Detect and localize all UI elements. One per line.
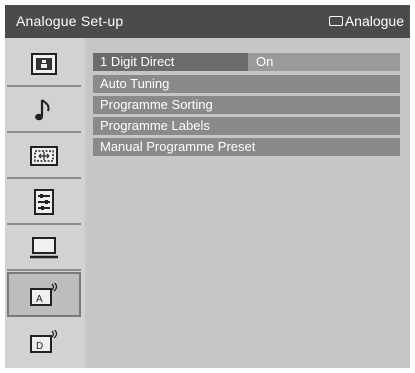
screen-icon — [30, 145, 58, 166]
menu-item-label: Programme Sorting — [100, 97, 213, 112]
sidebar-item-features[interactable] — [7, 180, 81, 225]
tv-input-icon — [328, 16, 343, 26]
sidebar-item-screen[interactable] — [7, 134, 81, 179]
svg-text:A: A — [36, 294, 43, 305]
svg-text:D: D — [36, 341, 43, 352]
input-source-label: Analogue — [344, 13, 404, 29]
picture-icon — [31, 52, 57, 75]
menu-item-label: Programme Labels — [100, 118, 210, 133]
menu-item-programme-sorting[interactable]: Programme Sorting — [93, 96, 400, 114]
setup-monitor-icon — [30, 236, 58, 258]
sidebar-item-analogue-setup[interactable]: A — [7, 272, 81, 317]
sidebar-item-picture[interactable] — [7, 42, 81, 87]
features-icon — [34, 188, 54, 215]
input-source-indicator: Analogue — [328, 13, 404, 29]
menu-item-programme-labels[interactable]: Programme Labels — [93, 117, 400, 135]
tv-menu-screen: Analogue Set-up Analogue A D 1 Digit Dir… — [5, 5, 410, 368]
analogue-antenna-icon: A — [30, 282, 58, 306]
digital-antenna-icon: D — [30, 329, 58, 353]
sidebar-item-digital-setup[interactable]: D — [7, 320, 81, 363]
menu-item-auto-tuning[interactable]: Auto Tuning — [93, 75, 400, 93]
page-title: Analogue Set-up — [16, 13, 124, 29]
menu-item-manual-programme-preset[interactable]: Manual Programme Preset — [93, 138, 400, 156]
menu-item-label: Auto Tuning — [100, 76, 170, 91]
menu-item-1-digit-direct[interactable]: 1 Digit Direct On — [93, 53, 400, 71]
category-sidebar: A D — [5, 38, 85, 368]
sidebar-item-setup[interactable] — [7, 226, 81, 271]
menu-item-value: On — [256, 54, 274, 69]
header-bar: Analogue Set-up Analogue — [5, 5, 410, 38]
sidebar-item-sound[interactable] — [7, 88, 81, 133]
menu-item-label: Manual Programme Preset — [100, 139, 256, 154]
music-note-icon — [35, 98, 50, 120]
settings-panel: 1 Digit Direct On Auto Tuning Programme … — [85, 38, 410, 368]
menu-item-label: 1 Digit Direct — [100, 54, 175, 69]
